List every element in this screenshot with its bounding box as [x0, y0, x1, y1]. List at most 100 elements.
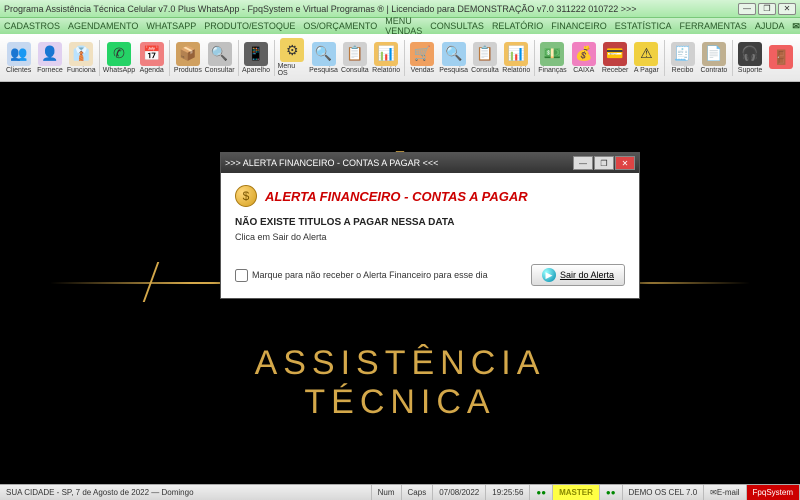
menu-cadastros[interactable]: CADASTROS	[4, 21, 60, 31]
dialog-message: NÃO EXISTE TITULOS A PAGAR NESSA DATA	[235, 217, 625, 228]
toolbar-label: Funciona	[67, 67, 96, 74]
toolbar-label: Menu OS	[278, 63, 307, 77]
menu-agendamento[interactable]: AGENDAMENTO	[68, 21, 138, 31]
toolbar-label: Consulta	[341, 67, 369, 74]
menu-email[interactable]: ✉ E-MAIL	[792, 16, 800, 36]
toolbar-relatório[interactable]: 📊Relatório	[502, 36, 531, 80]
minimize-button[interactable]: —	[738, 3, 756, 15]
toolbar-label: Finanças	[538, 67, 566, 74]
toolbar-consultar[interactable]: 🔍Consultar	[205, 36, 235, 80]
dialog-close-button[interactable]: ✕	[615, 156, 635, 170]
toolbar-a pagar[interactable]: ⚠A Pagar	[632, 36, 661, 80]
toolbar-label: A Pagar	[634, 67, 659, 74]
exit-icon: ▶	[542, 268, 556, 282]
suppress-checkbox-label[interactable]: Marque para não receber o Alerta Finance…	[235, 269, 488, 282]
toolbar-separator	[664, 40, 665, 76]
toolbar-contrato[interactable]: 📄Contrato	[699, 36, 728, 80]
toolbar-label: Fornece	[37, 67, 63, 74]
toolbar-separator	[732, 40, 733, 76]
dialog-body: $ ALERTA FINANCEIRO - CONTAS A PAGAR NÃO…	[221, 173, 639, 298]
menu-consultas[interactable]: CONSULTAS	[430, 21, 484, 31]
close-button[interactable]: ✕	[778, 3, 796, 15]
toolbar-separator	[169, 40, 170, 76]
relatório-icon: 📊	[374, 42, 398, 66]
status-email[interactable]: ✉ E-mail	[704, 485, 746, 500]
toolbar-funciona[interactable]: 👔Funciona	[67, 36, 96, 80]
status-master: MASTER	[553, 485, 600, 500]
window-title: Programa Assistência Técnica Celular v7.…	[4, 4, 738, 14]
exit-button-label: Sair do Alerta	[560, 270, 614, 280]
menu-os-orçamento[interactable]: OS/ORÇAMENTO	[303, 21, 377, 31]
menu-relatório[interactable]: RELATÓRIO	[492, 21, 543, 31]
status-demo: DEMO OS CEL 7.0	[623, 485, 705, 500]
toolbar-suporte[interactable]: 🎧Suporte	[735, 36, 764, 80]
toolbar-label: WhatsApp	[103, 67, 135, 74]
status-fpq[interactable]: FpqSystem	[747, 485, 800, 500]
dialog-header: $ ALERTA FINANCEIRO - CONTAS A PAGAR	[235, 185, 625, 207]
status-location: SUA CIDADE - SP, 7 de Agosto de 2022 — D…	[0, 485, 372, 500]
toolbar-whatsapp[interactable]: ✆WhatsApp	[103, 36, 135, 80]
toolbar-separator	[99, 40, 100, 76]
exit-icon: 🚪	[769, 45, 793, 69]
menu-whatsapp[interactable]: WHATSAPP	[146, 21, 196, 31]
finanças-icon: 💵	[540, 42, 564, 66]
toolbar-relatório[interactable]: 📊Relatório	[372, 36, 401, 80]
toolbar-label: Pesquisa	[439, 67, 468, 74]
toolbar-label: Clientes	[6, 67, 31, 74]
coin-icon: $	[235, 185, 257, 207]
menu-estatística[interactable]: ESTATÍSTICA	[615, 21, 672, 31]
menu-ajuda[interactable]: AJUDA	[755, 21, 785, 31]
toolbar-exit[interactable]: 🚪	[767, 36, 796, 80]
toolbar-pesquisa[interactable]: 🔍Pesquisa	[309, 36, 338, 80]
alert-dialog: >>> ALERTA FINANCEIRO - CONTAS A PAGAR <…	[220, 152, 640, 299]
status-indicator: ●●	[530, 485, 553, 500]
menu os-icon: ⚙	[280, 38, 304, 62]
exit-alert-button[interactable]: ▶ Sair do Alerta	[531, 264, 625, 286]
status-indicator-2: ●●	[600, 485, 623, 500]
toolbar-fornece[interactable]: 👤Fornece	[35, 36, 64, 80]
menu-menu-vendas[interactable]: MENU VENDAS	[385, 16, 422, 36]
dialog-minimize-button[interactable]: —	[573, 156, 593, 170]
suppress-checkbox[interactable]	[235, 269, 248, 282]
status-date: 07/08/2022	[433, 485, 486, 500]
toolbar-agenda[interactable]: 📅Agenda	[137, 36, 166, 80]
toolbar-label: Contrato	[700, 67, 727, 74]
toolbar-consulta[interactable]: 📋Consulta	[470, 36, 499, 80]
menu-ferramentas[interactable]: FERRAMENTAS	[679, 21, 746, 31]
a pagar-icon: ⚠	[634, 42, 658, 66]
background-text: ASSISTÊNCIA TÉCNICA	[200, 344, 600, 422]
toolbar-label: CAIXA	[573, 67, 594, 74]
dialog-maximize-button[interactable]: ❐	[594, 156, 614, 170]
toolbar-finanças[interactable]: 💵Finanças	[538, 36, 567, 80]
suporte-icon: 🎧	[738, 42, 762, 66]
recibo-icon: 🧾	[671, 42, 695, 66]
menu-financeiro[interactable]: FINANCEIRO	[551, 21, 607, 31]
maximize-button[interactable]: ❐	[758, 3, 776, 15]
receber-icon: 💳	[603, 42, 627, 66]
window-controls: — ❐ ✕	[738, 3, 796, 15]
toolbar-label: Vendas	[411, 67, 434, 74]
toolbar-consulta[interactable]: 📋Consulta	[340, 36, 369, 80]
menu-produto-estoque[interactable]: PRODUTO/ESTOQUE	[204, 21, 295, 31]
dialog-title-bar: >>> ALERTA FINANCEIRO - CONTAS A PAGAR <…	[221, 153, 639, 173]
toolbar-label: Suporte	[738, 67, 763, 74]
toolbar-aparelho[interactable]: 📱Aparelho	[241, 36, 270, 80]
toolbar-recibo[interactable]: 🧾Recibo	[668, 36, 697, 80]
contrato-icon: 📄	[702, 42, 726, 66]
toolbar-label: Consulta	[471, 67, 499, 74]
toolbar-clientes[interactable]: 👥Clientes	[4, 36, 33, 80]
toolbar-receber[interactable]: 💳Receber	[600, 36, 629, 80]
toolbar-pesquisa[interactable]: 🔍Pesquisa	[439, 36, 468, 80]
toolbar-produtos[interactable]: 📦Produtos	[173, 36, 202, 80]
produtos-icon: 📦	[176, 42, 200, 66]
toolbar-label: Consultar	[205, 67, 235, 74]
pesquisa-icon: 🔍	[442, 42, 466, 66]
consultar-icon: 🔍	[208, 42, 232, 66]
toolbar-caixa[interactable]: 💰CAIXA	[569, 36, 598, 80]
toolbar-vendas[interactable]: 🛒Vendas	[408, 36, 437, 80]
toolbar-label: Produtos	[174, 67, 202, 74]
toolbar-menu os[interactable]: ⚙Menu OS	[278, 36, 307, 80]
suppress-checkbox-text: Marque para não receber o Alerta Finance…	[252, 270, 488, 280]
status-bar: SUA CIDADE - SP, 7 de Agosto de 2022 — D…	[0, 484, 800, 500]
toolbar-label: Relatório	[372, 67, 400, 74]
